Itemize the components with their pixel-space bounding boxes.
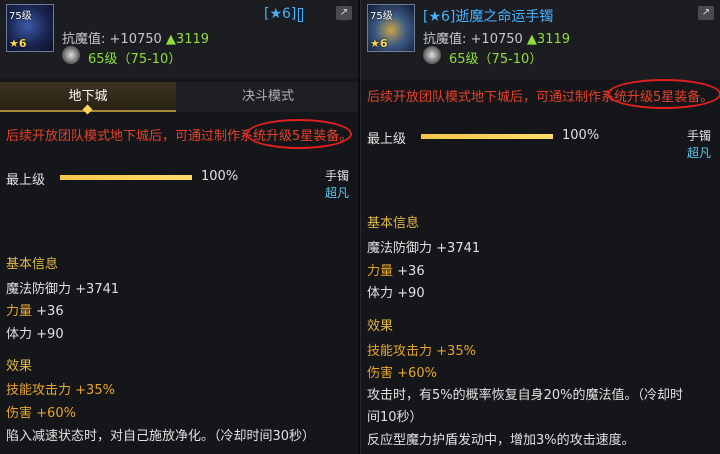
effect-description: 陷入减速状态时，对自己施放净化。（冷却时间30秒） bbox=[6, 429, 316, 444]
level-badge: 75级 bbox=[9, 11, 32, 22]
max-level-label: 最上级 bbox=[367, 132, 407, 147]
max-level-label: 最上级 bbox=[6, 173, 46, 188]
level-line: 65级（75-10） bbox=[62, 46, 181, 67]
max-level-bar-fill bbox=[60, 175, 192, 180]
item-icon[interactable]: 75级 ★6 bbox=[367, 4, 415, 52]
effect-row: 技能攻击力 +35% bbox=[6, 383, 115, 398]
stat-label: 抗魔值: bbox=[423, 32, 467, 47]
effect-row: 技能攻击力 +35% bbox=[367, 344, 476, 359]
basic-info-header: 基本信息 bbox=[6, 257, 59, 272]
stat-row: 魔法防御力 +3741 bbox=[367, 241, 481, 256]
anti-magic-stat: 抗魔值: +10750 ▲3119 bbox=[62, 28, 209, 47]
mode-tabs: 地下城 决斗模式 bbox=[0, 82, 358, 115]
item-rarity: 超凡 bbox=[325, 186, 350, 200]
effect-description: 间10秒） bbox=[367, 410, 423, 425]
item-header: 75级 ★6 [★6]逝魔之命运手镯 ↗ 抗魔值: +10750 ▲3119 6… bbox=[361, 0, 720, 80]
item-rarity: 超凡 bbox=[687, 146, 712, 160]
stat-row: 体力 +90 bbox=[6, 327, 64, 342]
ring-icon bbox=[62, 46, 80, 64]
level-badge: 75级 bbox=[370, 11, 393, 22]
max-level-pct: 100% bbox=[562, 128, 600, 143]
item-tooltip-right: 75级 ★6 [★6]逝魔之命运手镯 ↗ 抗魔值: +10750 ▲3119 6… bbox=[360, 0, 720, 454]
highlight-circle bbox=[246, 119, 352, 149]
effect-header: 效果 bbox=[6, 359, 33, 374]
stat-row: 体力 +90 bbox=[367, 286, 425, 301]
item-title: [★6]逝魔之命运手镯 bbox=[423, 9, 554, 25]
item-title: [★6] bbox=[264, 6, 297, 22]
max-level-bar-fill bbox=[421, 134, 553, 139]
effect-header: 效果 bbox=[367, 319, 394, 334]
effect-description: 攻击时，有5%的概率恢复自身20%的魔法值。（冷却时 bbox=[367, 388, 684, 403]
stat-value: +10750 bbox=[109, 32, 162, 47]
bookmark-icon bbox=[298, 8, 303, 22]
item-tooltip-left: 75级 ★6 [★6] ↗ 抗魔值: +10750 ▲3119 65级（75-1… bbox=[0, 0, 358, 454]
item-type: 手镯 bbox=[325, 169, 350, 183]
basic-info-header: 基本信息 bbox=[367, 216, 420, 231]
tab-duel[interactable]: 决斗模式 bbox=[178, 82, 358, 112]
star-badge: ★6 bbox=[370, 37, 388, 50]
stat-row: 魔法防御力 +3741 bbox=[6, 282, 120, 297]
share-icon[interactable]: ↗ bbox=[698, 6, 714, 20]
stat-up: ▲3119 bbox=[526, 32, 571, 47]
level-line: 65级（75-10） bbox=[423, 46, 542, 67]
active-indicator-icon bbox=[82, 104, 93, 115]
effect-row: 伤害 +60% bbox=[367, 366, 437, 381]
share-icon[interactable]: ↗ bbox=[336, 6, 352, 20]
stat-value: +10750 bbox=[470, 32, 523, 47]
stat-row: 力量 +36 bbox=[367, 264, 425, 279]
max-level-pct: 100% bbox=[201, 169, 239, 184]
effect-row: 伤害 +60% bbox=[6, 406, 76, 421]
max-level-bar bbox=[421, 134, 553, 139]
item-header: 75级 ★6 [★6] ↗ 抗魔值: +10750 ▲3119 65级（75-1… bbox=[0, 0, 358, 78]
effect-description: 反应型魔力护盾发动中，增加3%的攻击速度。 bbox=[367, 433, 635, 448]
star-badge: ★6 bbox=[9, 37, 27, 50]
stat-up: ▲3119 bbox=[165, 32, 210, 47]
stat-row: 力量 +36 bbox=[6, 304, 64, 319]
highlight-circle bbox=[607, 79, 720, 109]
item-type: 手镯 bbox=[687, 129, 712, 143]
stat-label: 抗魔值: bbox=[62, 32, 106, 47]
max-level-bar bbox=[60, 175, 192, 180]
tab-dungeon[interactable]: 地下城 bbox=[0, 82, 176, 115]
anti-magic-stat: 抗魔值: +10750 ▲3119 bbox=[423, 28, 570, 47]
ring-icon bbox=[423, 46, 441, 64]
item-icon[interactable]: 75级 ★6 bbox=[6, 4, 54, 52]
